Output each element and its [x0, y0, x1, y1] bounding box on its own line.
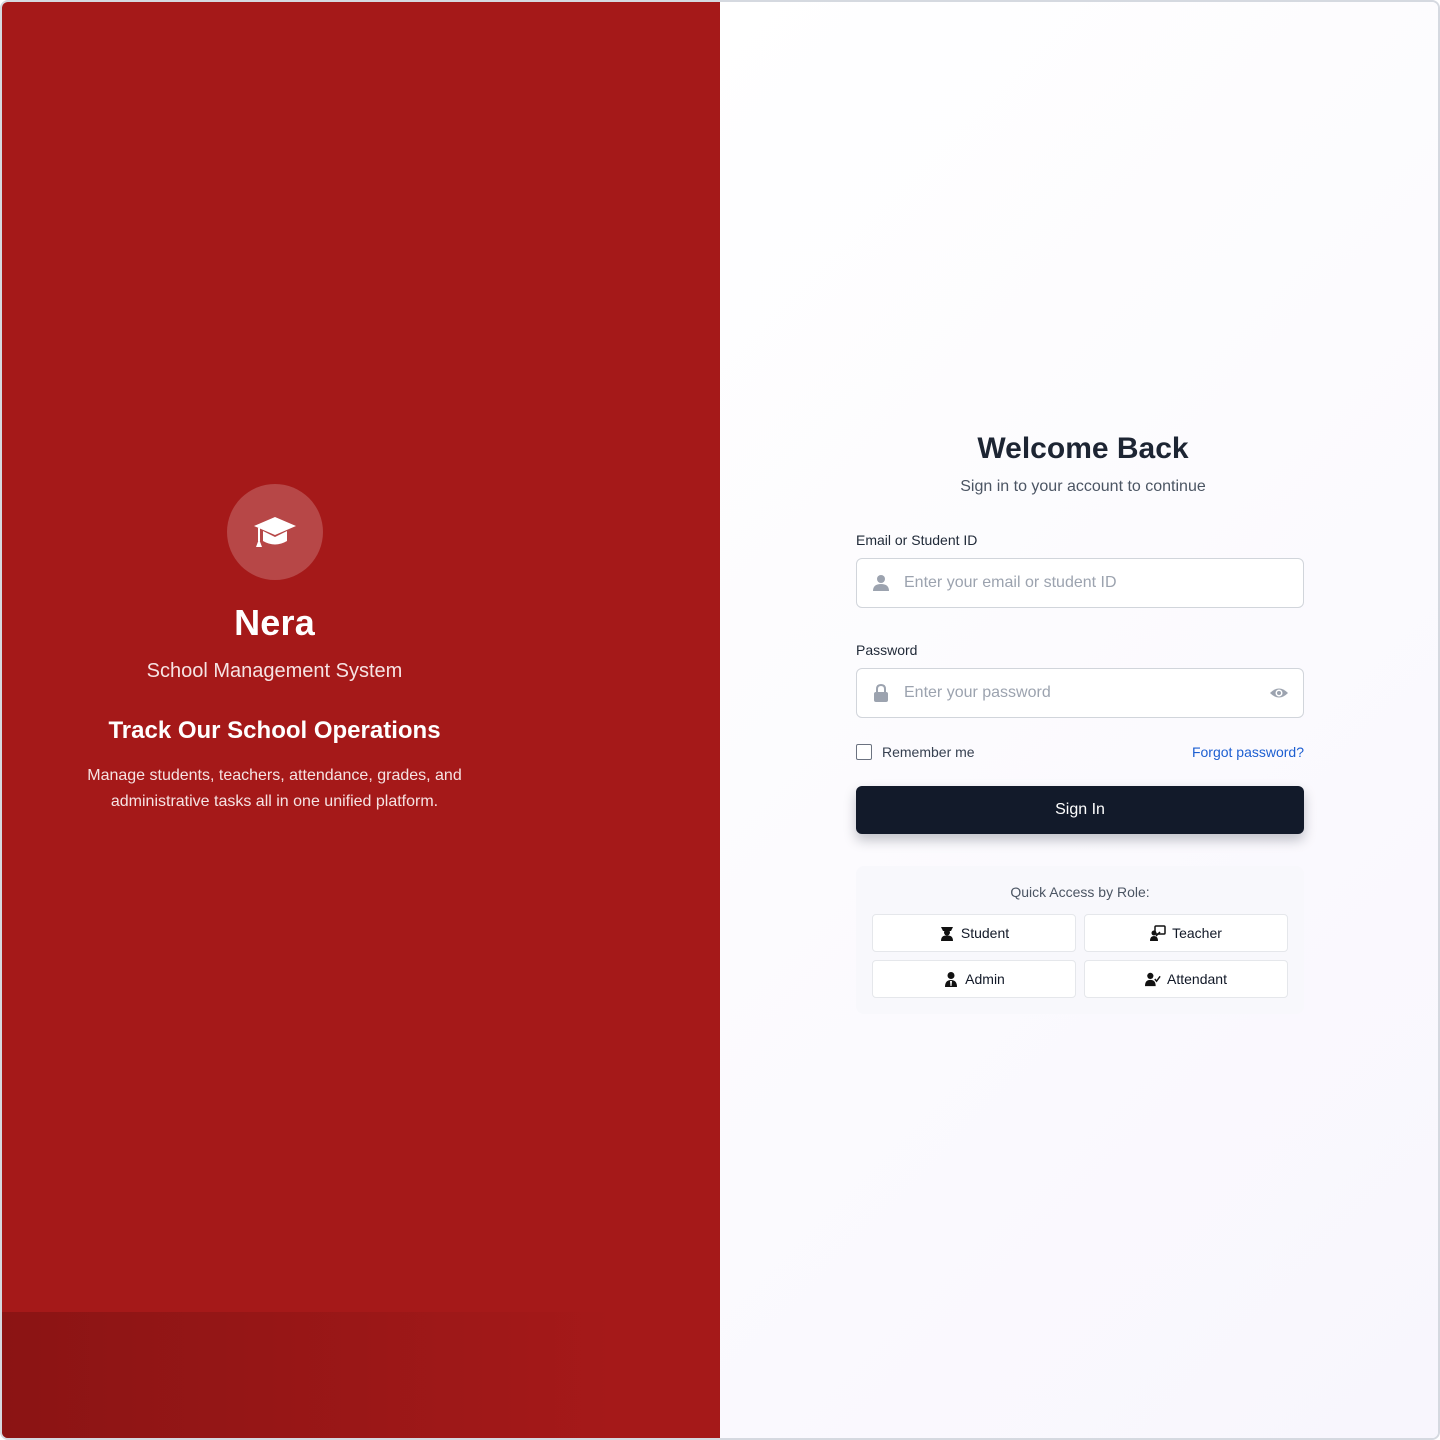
brand-heading: Track Our School Operations: [108, 717, 441, 744]
logo-badge: [226, 484, 323, 580]
brand-description: Manage students, teachers, attendance, g…: [87, 767, 462, 810]
password-field-wrapper: [856, 668, 1304, 718]
role-label: Teacher: [1172, 925, 1222, 941]
role-button-student[interactable]: Student: [872, 914, 1076, 952]
email-label: Email or Student ID: [856, 532, 978, 548]
remember-label: Remember me: [882, 744, 975, 760]
graduation-cap-icon: [253, 517, 296, 547]
email-field-wrapper: [856, 558, 1304, 608]
user-icon: [873, 575, 889, 591]
admin-icon: [945, 972, 958, 987]
role-grid: Student Teacher Admin Attendant: [872, 914, 1288, 998]
brand-block: Nera School Management System Track Our …: [2, 484, 547, 815]
lock-icon: [874, 684, 888, 702]
teacher-icon: [1150, 925, 1166, 941]
app-window: Nera School Management System Track Our …: [0, 0, 1440, 1440]
quick-access-title: Quick Access by Role:: [1010, 884, 1150, 900]
sign-in-button[interactable]: Sign In: [856, 786, 1304, 834]
page-title: Welcome Back: [977, 432, 1189, 465]
quick-access-panel: Quick Access by Role: Student Teacher Ad…: [856, 866, 1304, 1014]
forgot-password-link[interactable]: Forgot password?: [1192, 744, 1304, 760]
email-input[interactable]: [857, 559, 1303, 607]
login-panel: Welcome Back Sign in to your account to …: [720, 2, 1438, 1438]
role-label: Student: [960, 925, 1010, 941]
options-row: Remember me Forgot password?: [856, 744, 1304, 760]
password-label: Password: [856, 642, 918, 658]
page-subtitle: Sign in to your account to continue: [960, 478, 1206, 495]
brand-subtitle: School Management System: [146, 660, 403, 682]
role-label: Admin: [965, 971, 1005, 987]
student-icon: [940, 927, 953, 941]
remember-me[interactable]: Remember me: [856, 744, 975, 760]
login-form: Welcome Back Sign in to your account to …: [856, 432, 1304, 1014]
attendant-icon: [1145, 972, 1161, 987]
brand-name: Nera: [234, 602, 315, 643]
eye-icon[interactable]: [1269, 684, 1289, 702]
role-label: Attendant: [1167, 971, 1227, 987]
role-button-attendant[interactable]: Attendant: [1084, 960, 1288, 998]
remember-checkbox[interactable]: [856, 744, 872, 760]
role-button-teacher[interactable]: Teacher: [1084, 914, 1288, 952]
decorative-band: [2, 1312, 720, 1438]
role-button-admin[interactable]: Admin: [872, 960, 1076, 998]
brand-panel: Nera School Management System Track Our …: [2, 2, 720, 1438]
password-input[interactable]: [857, 669, 1303, 717]
